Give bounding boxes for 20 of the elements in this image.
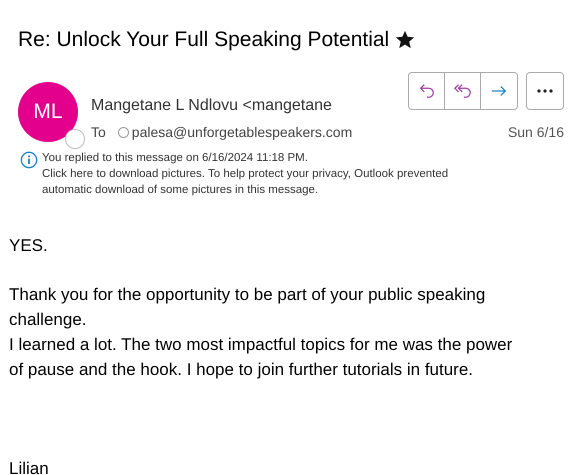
recipient-status-icon (118, 127, 129, 138)
more-icon (537, 89, 553, 93)
body-text: challenge. (9, 309, 88, 331)
email-date: Sun 6/16 (508, 123, 564, 142)
info-icon (20, 151, 38, 169)
sender-name: Mangetane L Ndlovu <mangetane (91, 96, 333, 116)
body-text: I learned a lot. The two most impactful topics for me was the power (9, 334, 514, 356)
info-text[interactable]: Click here to download pictures. To help protect your privacy, Outlook prevented (42, 166, 448, 182)
body-text: Thank you for the opportunity to be part of your public speaking (9, 284, 486, 306)
body-text: Lilian (9, 458, 50, 475)
to-label: To (91, 123, 106, 142)
recipient-address: palesa@unforgetablespeakers.com (132, 123, 352, 142)
info-text: You replied to this message on 6/16/2024 11:18 PM. (42, 151, 309, 166)
reply-icon (418, 82, 436, 100)
reply-all-icon (452, 82, 472, 100)
avatar: ML (18, 82, 78, 142)
email-subject: Re: Unlock Your Full Speaking Potential (18, 27, 390, 53)
body-text: YES. (9, 235, 49, 257)
info-text[interactable]: automatic download of some pictures in this message. (42, 182, 448, 198)
body-text: of pause and the hook. I hope to join further tutorials in future. (9, 359, 474, 381)
